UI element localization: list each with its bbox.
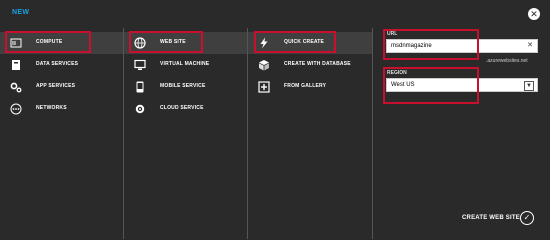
network-icon	[10, 103, 22, 115]
highlight-box	[254, 31, 336, 53]
compute-label: MOBILE SERVICE	[160, 83, 206, 89]
database-icon	[12, 60, 20, 70]
category-label: APP SERVICES	[36, 83, 76, 89]
category-column: COMPUTE DATA SERVICES APP SERVICES NETWO…	[0, 28, 123, 239]
highlight-box	[5, 31, 91, 53]
cube-icon	[259, 60, 269, 71]
category-label: DATA SERVICES	[36, 61, 79, 67]
gears-icon	[10, 82, 22, 93]
category-label: NETWORKS	[36, 105, 67, 111]
url-suffix: .azurewebsites.net	[486, 58, 528, 64]
compute-label: VIRTUAL MACHINE	[160, 61, 210, 67]
compute-mobile-service[interactable]: MOBILE SERVICE	[124, 76, 247, 98]
form-panel: URL msdnmagazine ✕ .azurewebsites.net RE…	[373, 28, 550, 239]
clear-icon[interactable]: ✕	[527, 40, 533, 52]
website-create-with-database[interactable]: CREATE WITH DATABASE	[248, 54, 372, 76]
website-from-gallery[interactable]: FROM GALLERY	[248, 76, 372, 98]
highlight-box	[383, 67, 479, 104]
compute-column: WEB SITE VIRTUAL MACHINE MOBILE SERVICE …	[124, 28, 247, 239]
cloud-gear-icon	[135, 104, 145, 114]
create-web-site-label[interactable]: CREATE WEB SITE	[462, 215, 520, 221]
plus-box-icon	[258, 81, 270, 93]
monitor-icon	[134, 59, 146, 70]
compute-virtual-machine[interactable]: VIRTUAL MACHINE	[124, 54, 247, 76]
category-app-services[interactable]: APP SERVICES	[0, 76, 123, 98]
category-networks[interactable]: NETWORKS	[0, 98, 123, 120]
highlight-box	[383, 29, 479, 60]
mobile-icon	[136, 81, 144, 93]
website-label: FROM GALLERY	[284, 83, 327, 89]
checkmark-icon[interactable]: ✓	[520, 211, 534, 225]
dialog-title: NEW	[12, 9, 30, 16]
compute-cloud-service[interactable]: CLOUD SERVICE	[124, 98, 247, 120]
website-column: QUICK CREATE CREATE WITH DATABASE FROM G…	[248, 28, 372, 239]
compute-label: CLOUD SERVICE	[160, 105, 204, 111]
chevron-down-icon[interactable]: ▼	[524, 81, 534, 91]
website-label: CREATE WITH DATABASE	[284, 61, 351, 67]
close-icon[interactable]: ✕	[528, 8, 540, 20]
highlight-box	[129, 31, 203, 53]
category-data-services[interactable]: DATA SERVICES	[0, 54, 123, 76]
